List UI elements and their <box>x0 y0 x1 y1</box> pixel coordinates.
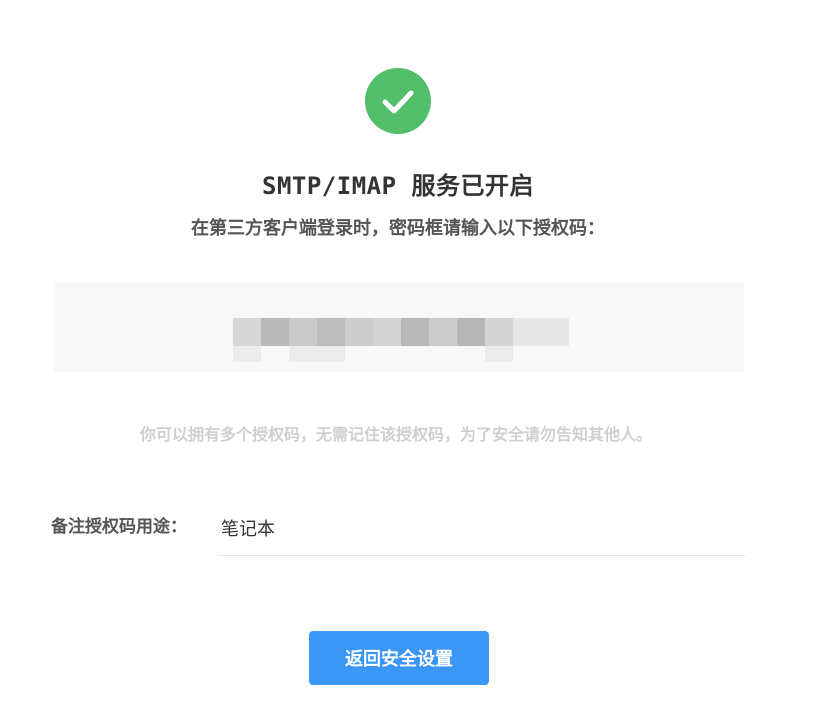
auth-code-pixel <box>457 318 485 346</box>
note-label: 备注授权码用途： <box>51 517 187 537</box>
auth-code-pixel <box>289 318 317 346</box>
auth-code-pixel <box>513 318 541 346</box>
auth-code-pixel <box>401 318 429 346</box>
auth-code-pixel <box>373 318 401 346</box>
auth-code-pixel <box>317 318 345 346</box>
auth-code-pixel <box>541 318 569 346</box>
auth-code-pixel <box>485 318 513 346</box>
security-hint: 你可以拥有多个授权码，无需记住该授权码，为了安全请勿告知其他人。 <box>139 425 652 444</box>
auth-code-pixel <box>485 346 513 362</box>
auth-code-pixel <box>233 346 261 362</box>
auth-code-box <box>54 282 744 372</box>
checkmark-icon <box>382 90 414 114</box>
auth-code-pixel <box>289 346 345 362</box>
auth-code-pixel <box>261 318 289 346</box>
success-check-icon <box>365 68 431 134</box>
auth-code-pixel <box>233 318 261 346</box>
back-to-security-settings-button[interactable]: 返回安全设置 <box>309 631 489 685</box>
auth-code-pixel <box>345 318 373 346</box>
instruction-text: 在第三方客户端登录时，密码框请输入以下授权码： <box>191 218 605 239</box>
auth-code-pixel <box>429 318 457 346</box>
note-input[interactable] <box>217 500 745 556</box>
page-title: SMTP/IMAP 服务已开启 <box>262 172 534 200</box>
